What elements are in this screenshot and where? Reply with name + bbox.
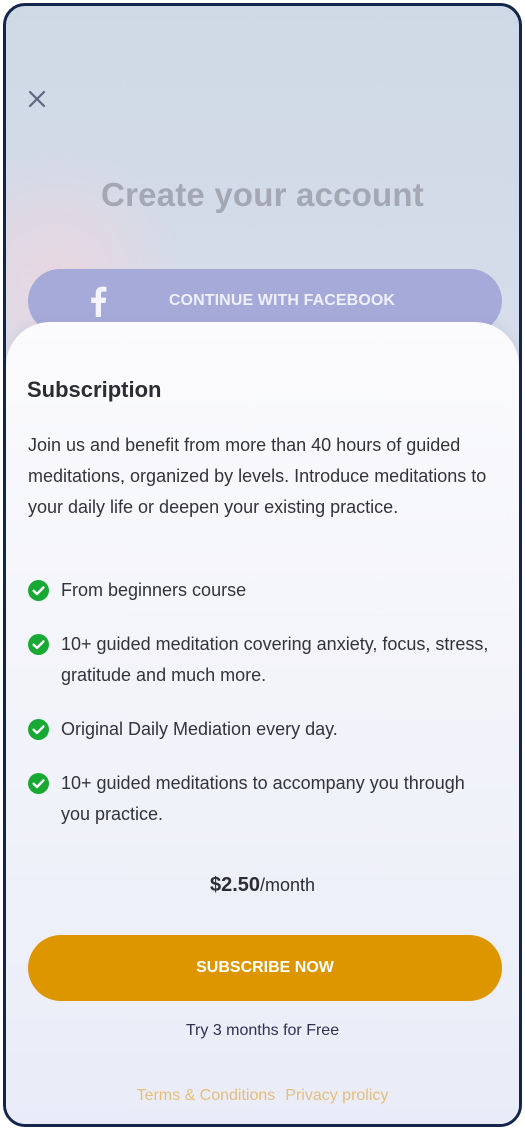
feature-text: Original Daily Mediation every day. [61,719,338,739]
close-icon [28,90,46,108]
feature-text: 10+ guided meditations to accompany you … [61,773,465,824]
feature-item: Original Daily Mediation every day. [28,714,498,745]
feature-item: From beginners course [28,575,498,606]
feature-item: 10+ guided meditations to accompany you … [28,768,498,830]
check-circle-icon [28,580,49,601]
close-button[interactable] [24,86,50,112]
price-period: /month [260,875,316,895]
subscription-title: Subscription [27,377,162,402]
subscription-intro: Join us and benefit from more than 40 ho… [28,435,487,517]
check-circle-icon [28,634,49,655]
check-circle-icon [28,773,49,794]
feature-list: From beginners course 10+ guided meditat… [28,575,498,853]
feature-text: 10+ guided meditation covering anxiety, … [61,634,489,685]
check-circle-icon [28,719,49,740]
feature-item: 10+ guided meditation covering anxiety, … [28,629,498,691]
facebook-button-label: CONTINUE WITH FACEBOOK [168,292,396,309]
free-trial-text: Try 3 months for Free [185,1022,340,1039]
phone-frame: Create your account CONTINUE WITH FACEBO… [3,3,522,1127]
subscribe-now-button[interactable]: SUBSCRIBE NOW [28,935,502,1001]
footer-links: Terms & Conditions Privacy prolicy [6,1087,519,1105]
subscription-sheet: Subscription Join us and benefit from mo… [6,322,519,1124]
price: $2.50/month [6,874,519,897]
privacy-policy-link[interactable]: Privacy prolicy [285,1087,388,1104]
feature-text: From beginners course [61,580,247,600]
page-title: Create your account [101,176,424,213]
price-amount: $2.50 [209,874,261,896]
terms-link[interactable]: Terms & Conditions [137,1087,276,1104]
